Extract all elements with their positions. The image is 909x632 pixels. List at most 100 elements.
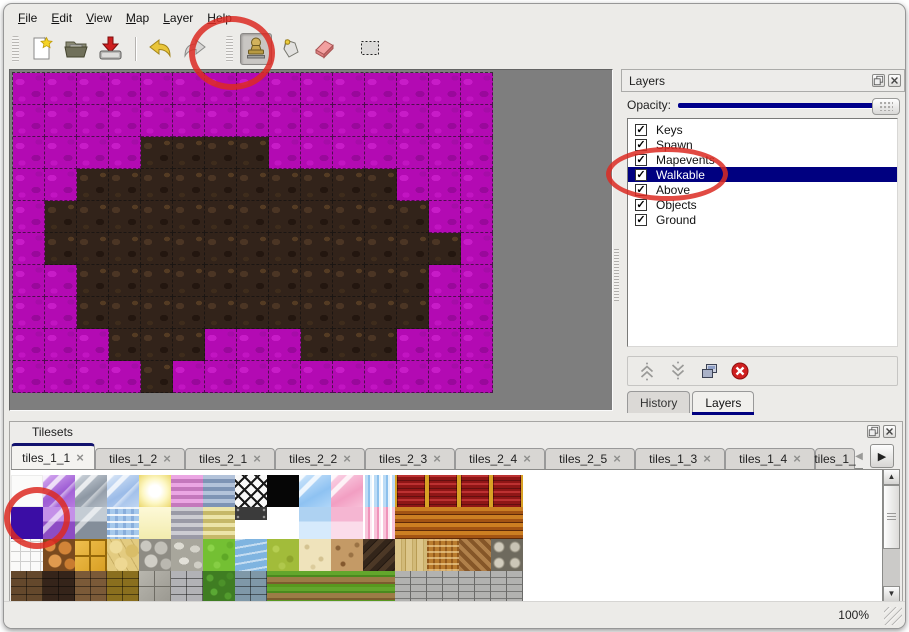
map-tile[interactable] <box>429 201 461 233</box>
map-tile[interactable] <box>45 169 77 201</box>
map-tile[interactable] <box>173 361 205 393</box>
palette-tile-brick-darkbrown[interactable] <box>43 571 75 603</box>
palette-tile-awning-orange[interactable] <box>395 507 427 539</box>
map-tile[interactable] <box>13 297 45 329</box>
toolbar-grip[interactable] <box>12 36 19 62</box>
map-tile[interactable] <box>141 73 173 105</box>
map-tile[interactable] <box>269 137 301 169</box>
map-tile[interactable] <box>237 329 269 361</box>
palette-tile-glass-gray2[interactable] <box>75 507 107 539</box>
map-tile[interactable] <box>205 297 237 329</box>
map-tile[interactable] <box>301 233 333 265</box>
close-panel-icon[interactable] <box>883 425 896 438</box>
opacity-slider[interactable] <box>678 97 900 113</box>
palette-tile-herringbone[interactable] <box>459 539 491 571</box>
palette-tile-farm-rows[interactable] <box>299 571 331 603</box>
map-tile[interactable] <box>45 265 77 297</box>
map-tile[interactable] <box>365 169 397 201</box>
close-tab-icon[interactable]: × <box>523 454 531 464</box>
map-tile[interactable] <box>141 169 173 201</box>
map-tile[interactable] <box>397 233 429 265</box>
map-tile[interactable] <box>333 73 365 105</box>
layer-row-ground[interactable]: ✓Ground <box>628 212 897 227</box>
scroll-down-icon[interactable]: ▼ <box>883 586 900 602</box>
map-tile[interactable] <box>77 201 109 233</box>
map-tile[interactable] <box>237 105 269 137</box>
map-tile[interactable] <box>109 201 141 233</box>
map-tile[interactable] <box>397 329 429 361</box>
map-tile[interactable] <box>269 201 301 233</box>
map-tile[interactable] <box>365 233 397 265</box>
palette-tile-carpet-red[interactable] <box>459 475 491 507</box>
map-tile-grid[interactable] <box>12 72 493 393</box>
stamp-tool-button[interactable] <box>240 33 272 65</box>
map-tile[interactable] <box>365 297 397 329</box>
map-tile[interactable] <box>269 105 301 137</box>
layer-visibility-checkbox[interactable]: ✓ <box>635 199 647 211</box>
map-tile[interactable] <box>333 137 365 169</box>
map-tile[interactable] <box>237 265 269 297</box>
palette-tile-pink[interactable] <box>331 507 363 539</box>
map-tile[interactable] <box>429 169 461 201</box>
map-tile[interactable] <box>237 137 269 169</box>
vertical-splitter[interactable] <box>613 69 620 409</box>
splitter-grip[interactable] <box>614 249 619 301</box>
map-tile[interactable] <box>77 265 109 297</box>
map-tile[interactable] <box>333 169 365 201</box>
map-tile[interactable] <box>301 73 333 105</box>
map-tile[interactable] <box>205 265 237 297</box>
palette-tile-brick-olive[interactable] <box>107 571 139 603</box>
map-tile[interactable] <box>301 169 333 201</box>
map-tile[interactable] <box>269 329 301 361</box>
map-tile[interactable] <box>13 137 45 169</box>
tileset-tab-tiles_2_1[interactable]: tiles_2_1× <box>185 448 275 469</box>
close-tab-icon[interactable]: × <box>433 454 441 464</box>
map-tile[interactable] <box>429 297 461 329</box>
map-tile[interactable] <box>333 201 365 233</box>
palette-tile-dirt[interactable] <box>331 539 363 571</box>
opacity-slider-handle[interactable] <box>872 98 900 115</box>
map-tile[interactable] <box>365 137 397 169</box>
tile-palette-grid[interactable] <box>11 475 523 603</box>
menu-item-help[interactable]: Help <box>207 11 232 25</box>
layer-row-mapevents[interactable]: ✓Mapevents <box>628 152 897 167</box>
map-tile[interactable] <box>237 233 269 265</box>
palette-tile-tiles-gold[interactable] <box>75 539 107 571</box>
map-tile[interactable] <box>365 105 397 137</box>
map-tile[interactable] <box>301 361 333 393</box>
move-layer-up-button[interactable] <box>635 359 659 383</box>
map-tile[interactable] <box>45 361 77 393</box>
map-tile[interactable] <box>109 137 141 169</box>
save-map-button[interactable] <box>94 33 126 65</box>
palette-tile-brick-brown[interactable] <box>11 571 43 603</box>
menu-item-layer[interactable]: Layer <box>163 11 193 25</box>
map-tile[interactable] <box>429 329 461 361</box>
map-tile[interactable] <box>205 169 237 201</box>
palette-tile-glass-purple2[interactable] <box>43 507 75 539</box>
map-tile[interactable] <box>269 361 301 393</box>
palette-tile-grass-bright[interactable] <box>203 539 235 571</box>
palette-tile-water[interactable] <box>235 539 267 571</box>
map-tile[interactable] <box>77 361 109 393</box>
map-tile[interactable] <box>461 233 493 265</box>
map-tile[interactable] <box>397 169 429 201</box>
scroll-up-icon[interactable]: ▲ <box>883 469 900 485</box>
map-tile[interactable] <box>365 329 397 361</box>
palette-tile-farm-rows[interactable] <box>267 571 299 603</box>
palette-tile-planks-light[interactable] <box>395 539 427 571</box>
tileset-tab-tiles_2_4[interactable]: tiles_2_4× <box>455 448 545 469</box>
palette-tile-path-white[interactable] <box>11 539 43 571</box>
map-tile[interactable] <box>429 265 461 297</box>
map-tile[interactable] <box>173 233 205 265</box>
close-tab-icon[interactable]: × <box>613 454 621 464</box>
map-tile[interactable] <box>141 297 173 329</box>
palette-tile-indigo[interactable] <box>11 507 43 539</box>
map-tile[interactable] <box>205 201 237 233</box>
tab-scroll-right-icon[interactable]: ▶ <box>870 444 894 468</box>
palette-tile-awning-orange[interactable] <box>459 507 491 539</box>
tab-layers[interactable]: Layers <box>692 391 754 413</box>
map-tile[interactable] <box>45 137 77 169</box>
palette-tile-logs[interactable] <box>491 539 523 571</box>
tileset-tab-tiles_2_2[interactable]: tiles_2_2× <box>275 448 365 469</box>
layer-row-above[interactable]: ✓Above <box>628 182 897 197</box>
